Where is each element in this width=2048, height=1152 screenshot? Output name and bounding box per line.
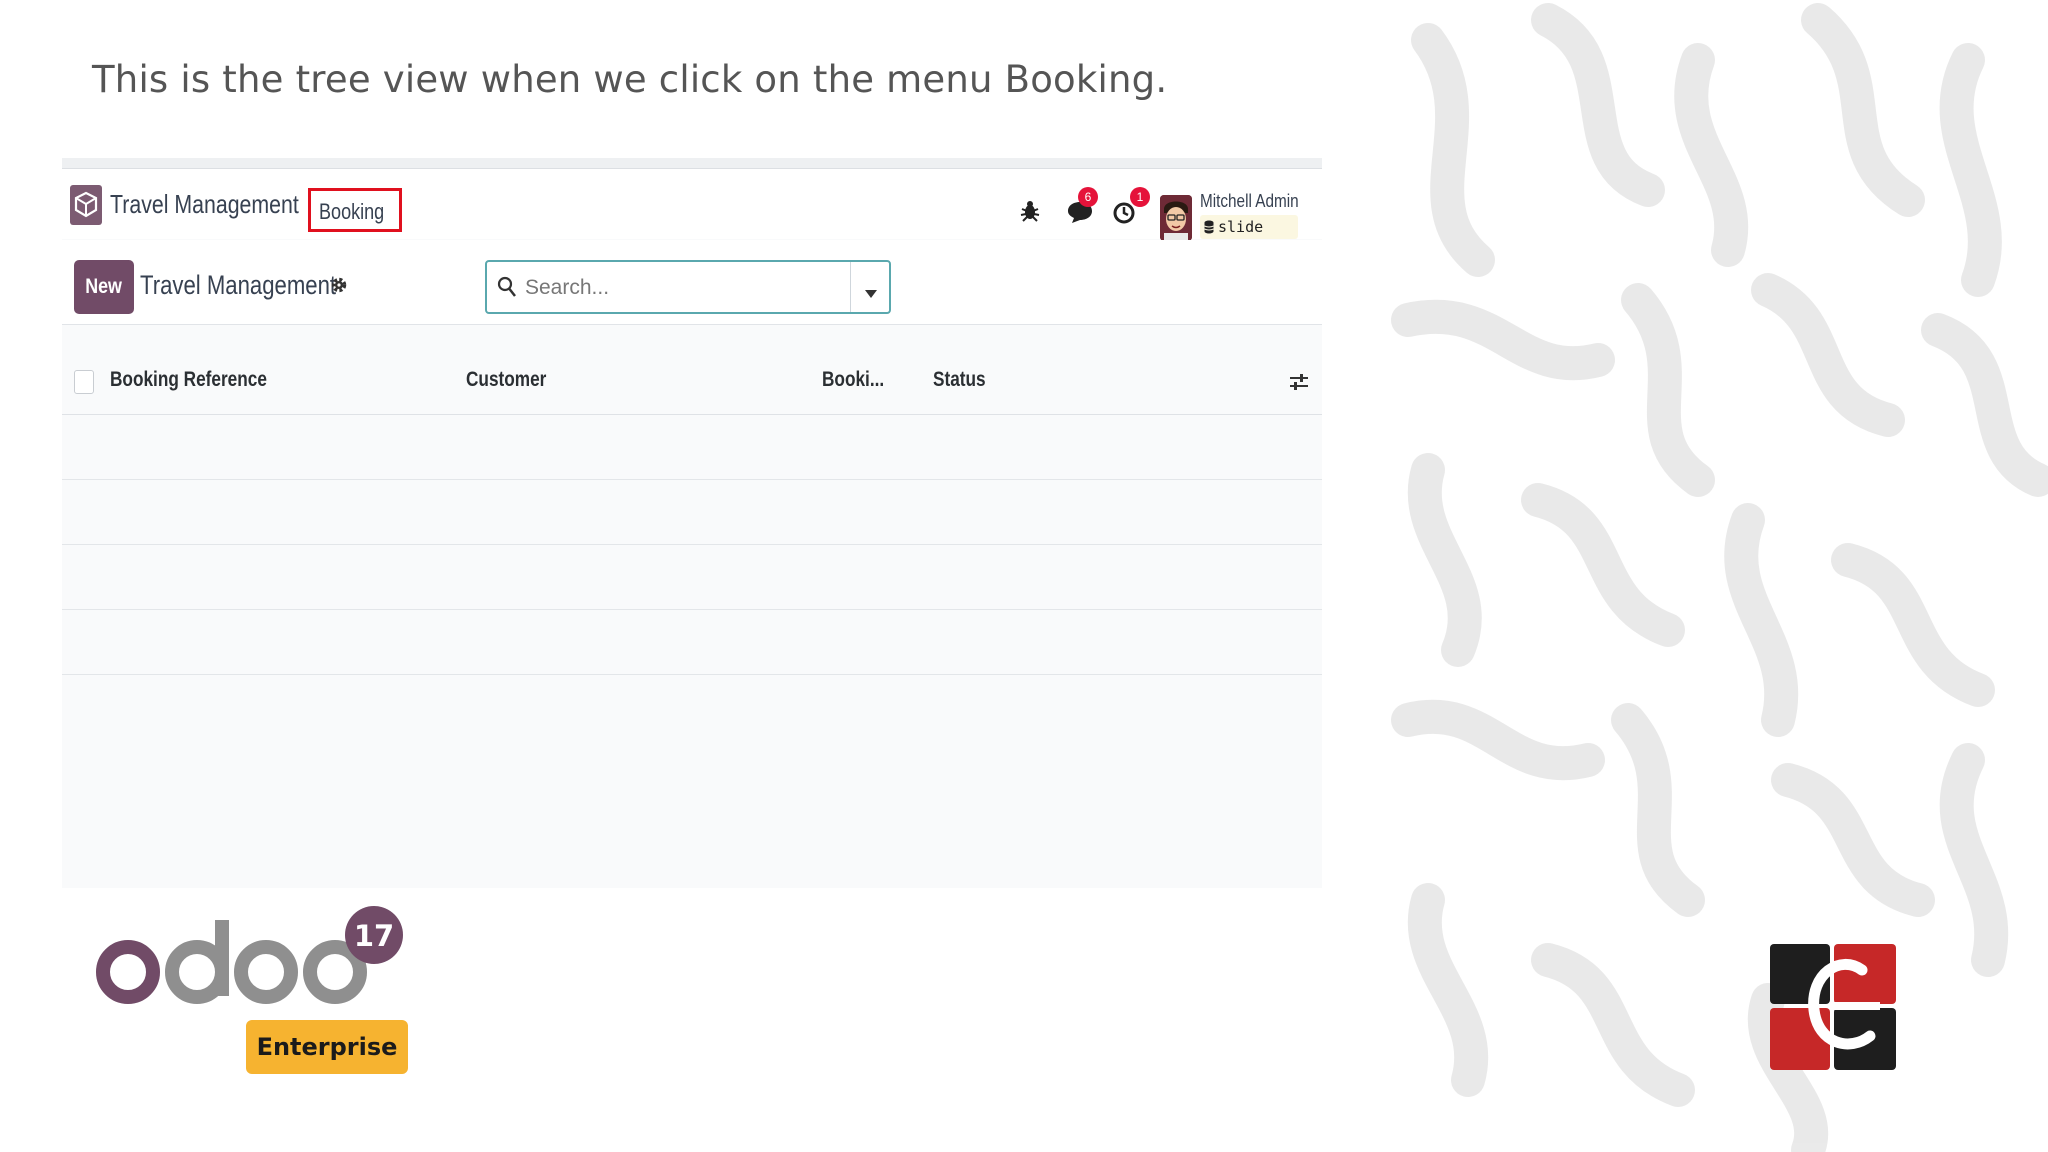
database-icon — [1204, 220, 1214, 238]
empty-row — [62, 610, 1322, 675]
odoo-app-window: Travel Management Booking 6 1 Mitchell A… — [62, 158, 1322, 888]
enterprise-badge: Enterprise — [246, 1020, 408, 1074]
optional-columns-toggler-icon[interactable] — [1290, 372, 1308, 396]
search-box[interactable] — [485, 260, 891, 314]
gear-icon[interactable] — [330, 276, 348, 298]
decorative-pattern — [1368, 0, 2048, 1152]
app-name[interactable]: Travel Management — [110, 189, 299, 220]
column-header-booking-reference[interactable]: Booking Reference — [110, 368, 267, 392]
empty-row — [62, 415, 1322, 480]
messages-badge: 6 — [1078, 187, 1098, 207]
menu-item-label: Booking — [319, 199, 385, 224]
select-all-checkbox[interactable] — [74, 370, 94, 394]
search-input[interactable] — [523, 272, 847, 304]
search-options-dropdown-icon[interactable] — [865, 283, 877, 302]
column-header-booking-date[interactable]: Booki... — [822, 368, 884, 392]
user-avatar[interactable] — [1160, 195, 1192, 241]
column-header-status[interactable]: Status — [933, 368, 986, 392]
activities-clock-icon[interactable] — [1112, 201, 1136, 229]
travel-app-icon[interactable] — [70, 185, 102, 225]
list-header: Booking Reference Customer Booki... Stat… — [62, 346, 1322, 415]
menu-item-booking[interactable]: Booking — [308, 188, 402, 232]
odoo-logo: 17 — [96, 900, 416, 1024]
column-header-customer[interactable]: Customer — [466, 368, 546, 392]
main-navbar: Travel Management Booking 6 1 Mitchell A… — [62, 169, 1322, 241]
user-name[interactable]: Mitchell Admin — [1200, 191, 1299, 212]
database-chip: slide — [1200, 215, 1298, 239]
search-divider — [850, 262, 851, 312]
activities-badge: 1 — [1130, 187, 1150, 207]
empty-row — [62, 545, 1322, 610]
breadcrumb-title: Travel Management — [140, 270, 337, 300]
browser-strip — [62, 158, 1322, 169]
version-number: 17 — [354, 919, 394, 953]
debug-bug-icon[interactable] — [1020, 199, 1040, 227]
database-name: slide — [1218, 218, 1264, 236]
new-button[interactable]: New — [74, 260, 134, 314]
company-logo — [1770, 944, 1896, 1074]
control-panel: New Travel Management — [62, 240, 1322, 325]
search-icon — [497, 276, 517, 302]
slide-caption: This is the tree view when we click on t… — [92, 58, 1168, 101]
empty-row — [62, 480, 1322, 545]
